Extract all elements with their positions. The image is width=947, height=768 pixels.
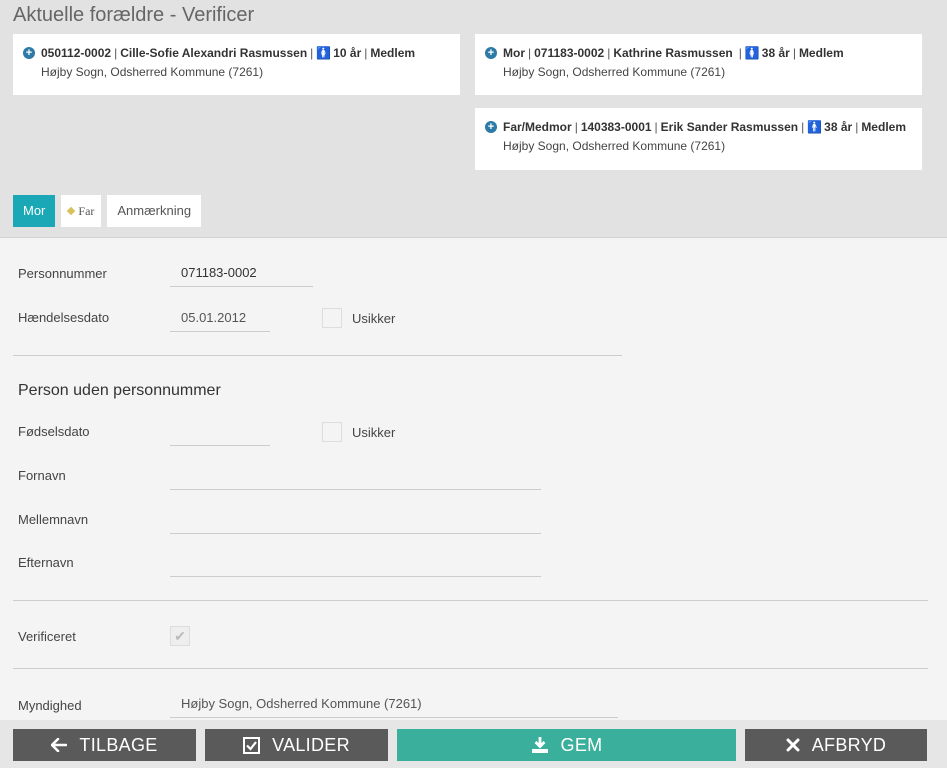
separator: | bbox=[310, 46, 314, 60]
personnummer-label: Personnummer bbox=[18, 266, 107, 281]
myndighed-label: Myndighed bbox=[18, 698, 82, 713]
expand-plus-icon[interactable]: + bbox=[485, 121, 497, 133]
efternavn-label: Efternavn bbox=[18, 555, 74, 570]
myndighed-input[interactable]: Højby Sogn, Odsherred Kommune (7261) bbox=[170, 692, 618, 718]
cancel-button[interactable]: AFBRYD bbox=[745, 729, 927, 761]
separator: | bbox=[792, 46, 796, 60]
personnummer-input[interactable]: 071183-0002 bbox=[170, 261, 313, 287]
back-button-label: TILBAGE bbox=[79, 734, 158, 755]
usikker2-checkbox[interactable] bbox=[322, 422, 342, 442]
verificeret-label: Verificeret bbox=[18, 629, 76, 644]
mother-location: Højby Sogn, Odsherred Kommune (7261) bbox=[503, 65, 726, 79]
father-cpr: 140383-0001 bbox=[580, 120, 652, 134]
separator: | bbox=[738, 46, 742, 60]
expand-plus-icon[interactable]: + bbox=[485, 47, 497, 59]
haendelsesdato-label: Hændelsesdato bbox=[18, 310, 110, 325]
page-title: Aktuelle forældre - Verificer bbox=[13, 4, 255, 26]
separator: | bbox=[574, 120, 578, 134]
foedselsdato-input[interactable] bbox=[170, 420, 270, 446]
female-person-icon: 🚺 bbox=[744, 46, 760, 60]
checkbox-check-icon bbox=[243, 736, 261, 754]
diamond-icon bbox=[67, 206, 76, 216]
child-location: Højby Sogn, Odsherred Kommune (7261) bbox=[41, 65, 264, 79]
child-cpr: 050112-0002 bbox=[41, 46, 112, 60]
tab-mor[interactable]: Mor bbox=[13, 195, 56, 227]
child-name: Cille-Sofie Alexandri Rasmussen bbox=[120, 46, 308, 60]
separator: | bbox=[654, 120, 658, 134]
fornavn-label: Fornavn bbox=[18, 468, 66, 483]
tab-far[interactable]: Far bbox=[61, 195, 102, 227]
save-button[interactable]: GEM bbox=[397, 729, 736, 761]
fornavn-input[interactable] bbox=[170, 464, 541, 490]
usikker2-label: Usikker bbox=[352, 425, 396, 440]
expand-plus-icon[interactable]: + bbox=[23, 47, 35, 59]
mother-name: Kathrine Rasmussen bbox=[613, 46, 733, 60]
download-icon bbox=[531, 736, 549, 754]
father-name: Erik Sander Rasmussen bbox=[660, 120, 799, 134]
validate-button[interactable]: VALIDER bbox=[205, 729, 388, 761]
back-button[interactable]: TILBAGE bbox=[13, 729, 196, 761]
efternavn-input[interactable] bbox=[170, 551, 541, 577]
mother-card[interactable]: + Mor | 071183-0002 | Kathrine Rasmussen… bbox=[475, 34, 922, 95]
save-button-label: GEM bbox=[560, 734, 603, 755]
mellemnavn-label: Mellemnavn bbox=[18, 512, 89, 527]
child-card[interactable]: + 050112-0002 | Cille-Sofie Alexandri Ra… bbox=[13, 34, 460, 95]
validate-button-label: VALIDER bbox=[272, 734, 350, 755]
mother-cpr: 071183-0002 bbox=[534, 46, 605, 60]
divider bbox=[13, 668, 928, 669]
mother-status: Medlem bbox=[798, 46, 844, 60]
tab-far-label: Far bbox=[78, 204, 95, 218]
father-card[interactable]: + Far/Medmor | 140383-0001 | Erik Sander… bbox=[475, 108, 922, 170]
separator: | bbox=[801, 120, 805, 134]
father-status: Medlem bbox=[861, 120, 906, 134]
female-person-icon: 🚺 bbox=[316, 46, 332, 60]
close-icon bbox=[786, 738, 800, 752]
child-age: 10 år bbox=[333, 46, 362, 60]
action-bar: TILBAGE VALIDER GEM AFBRYD bbox=[0, 720, 947, 768]
cancel-button-label: AFBRYD bbox=[811, 734, 887, 755]
form-area: Personnummer 071183-0002 Hændelsesdato 0… bbox=[0, 239, 947, 720]
section-title: Person uden personnummer bbox=[18, 382, 221, 399]
foedselsdato-label: Fødselsdato bbox=[18, 424, 90, 439]
separator: | bbox=[528, 46, 532, 60]
male-person-icon: 🚹 bbox=[807, 120, 823, 134]
divider bbox=[13, 600, 928, 601]
verificeret-checkbox[interactable]: ✔ bbox=[170, 626, 190, 646]
mother-age: 38 år bbox=[761, 46, 790, 60]
separator: | bbox=[607, 46, 611, 60]
father-location: Højby Sogn, Odsherred Kommune (7261) bbox=[503, 139, 726, 153]
separator: | bbox=[855, 120, 859, 134]
header-panel: Aktuelle forældre - Verificer + 050112-0… bbox=[0, 0, 947, 238]
usikker-checkbox[interactable] bbox=[322, 308, 342, 328]
divider bbox=[13, 355, 622, 356]
mellemnavn-input[interactable] bbox=[170, 508, 541, 534]
child-status: Medlem bbox=[370, 46, 416, 60]
father-role: Far/Medmor bbox=[503, 120, 572, 134]
usikker-label: Usikker bbox=[352, 311, 396, 326]
separator: | bbox=[114, 46, 118, 60]
tab-anmaerkning[interactable]: Anmærkning bbox=[107, 195, 202, 227]
haendelsesdato-input[interactable]: 05.01.2012 bbox=[170, 306, 270, 332]
separator: | bbox=[364, 46, 368, 60]
father-age: 38 år bbox=[824, 120, 853, 134]
tab-bar: Mor Far Anmærkning bbox=[13, 195, 202, 227]
arrow-left-icon bbox=[51, 738, 68, 752]
mother-role: Mor bbox=[503, 46, 525, 60]
